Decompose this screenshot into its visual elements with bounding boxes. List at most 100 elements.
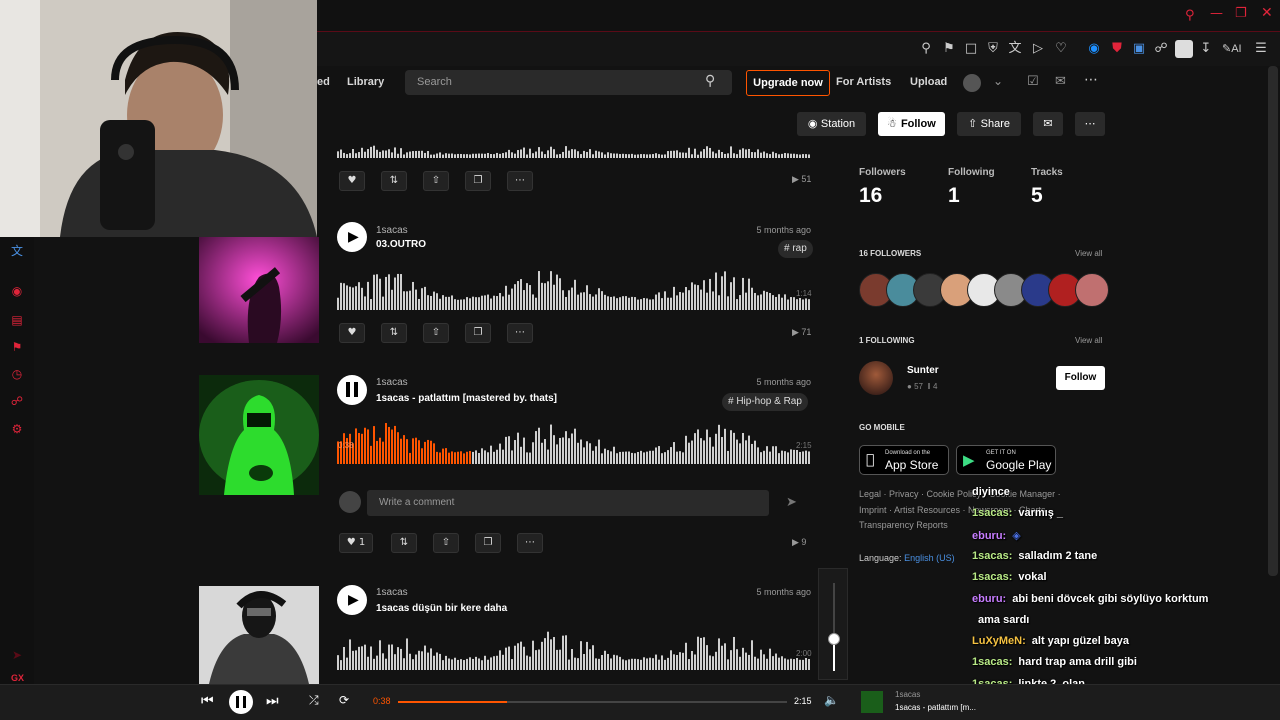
more-menu-icon[interactable]: ⋯ — [1084, 72, 1098, 88]
track-2-user[interactable]: 1sacas — [376, 377, 408, 388]
extensions-sidebar-icon[interactable]: ☍ — [9, 393, 25, 409]
share-button[interactable]: ⇧ Share — [957, 112, 1021, 136]
like-button[interactable]: ♥ — [339, 171, 365, 191]
footer-links-line-1[interactable]: Legal · Privacy · Cookie Policy · Cookie… — [859, 489, 1061, 499]
stat-tracks-value[interactable]: 5 — [1031, 184, 1043, 208]
minimize-icon[interactable]: — — [1210, 6, 1223, 21]
copy-link-button[interactable]: ❐ — [465, 323, 491, 343]
wallet-icon[interactable]: ▤ — [9, 312, 25, 328]
heart-icon[interactable]: ♡ — [1052, 40, 1070, 58]
more-track-button[interactable]: ⋯ — [507, 323, 533, 343]
track-2-pause-button[interactable] — [337, 375, 367, 405]
shield-icon[interactable]: ⛨ — [984, 40, 1002, 58]
for-artists-link[interactable]: For Artists — [836, 76, 891, 88]
share-track-button[interactable]: ⇧ — [433, 533, 459, 553]
follower-avatar[interactable] — [1075, 273, 1109, 307]
stat-following-value[interactable]: 1 — [948, 184, 960, 208]
search-icon[interactable]: ⚲ — [705, 73, 715, 89]
footer-links-line-3[interactable]: Transparency Reports — [859, 520, 948, 530]
search-input[interactable]: Search ⚲ — [405, 70, 732, 95]
user-avatar[interactable] — [963, 74, 981, 92]
track-1-artwork[interactable] — [199, 237, 319, 343]
more-track-button[interactable]: ⋯ — [507, 171, 533, 191]
now-playing-title[interactable]: 1sacas - patlattım [m... — [895, 703, 976, 712]
bell-icon[interactable]: ☑ — [1027, 74, 1039, 89]
volume-handle[interactable] — [828, 633, 840, 645]
repost-button[interactable]: ⇅ — [381, 323, 407, 343]
track-1-title[interactable]: 03.OUTRO — [376, 239, 426, 250]
repeat-icon[interactable]: ⟳ — [339, 693, 349, 707]
track-3-title[interactable]: 1sacas düşün bir kere daha — [376, 603, 507, 614]
follow-button[interactable]: ☃ Follow — [878, 112, 945, 136]
menu-icon[interactable]: ☰ — [1252, 40, 1270, 58]
now-playing-artwork[interactable] — [861, 691, 883, 713]
chevron-down-icon[interactable]: ⌄ — [993, 74, 1003, 88]
extension-ublock-icon[interactable]: ⛊ — [1108, 40, 1126, 58]
zoom-icon[interactable]: ⚲ — [917, 40, 935, 58]
translate-sidebar-icon[interactable]: 文 — [9, 243, 25, 259]
nav-feed[interactable]: ed — [317, 76, 330, 88]
share-track-button[interactable]: ⇧ — [423, 171, 449, 191]
track-2-title[interactable]: 1sacas - patlattım [mastered by. thats] — [376, 393, 557, 404]
track-3-waveform[interactable] — [337, 628, 811, 670]
mail-icon[interactable]: ✉ — [1055, 74, 1066, 89]
pin-icon[interactable]: ⚑ — [940, 40, 958, 58]
google-play-button[interactable]: ▶ GET IT ON Google Play — [956, 445, 1056, 475]
track-3-user[interactable]: 1sacas — [376, 587, 408, 598]
send-icon[interactable]: ➤ — [786, 495, 797, 510]
search-icon[interactable]: ⚲ — [1185, 8, 1195, 23]
download-icon[interactable]: ↧ — [1197, 40, 1215, 58]
following-user-name[interactable]: Sunter — [907, 365, 939, 376]
more-track-button[interactable]: ⋯ — [517, 533, 543, 553]
shuffle-icon[interactable]: ⤮ — [309, 693, 319, 708]
comment-input[interactable]: Write a comment — [367, 490, 769, 516]
volume-icon[interactable]: 🔈 — [824, 693, 839, 707]
pin-sidebar-icon[interactable]: ⚑ — [9, 339, 25, 355]
track-1-tag[interactable]: # rap — [778, 240, 813, 258]
station-button[interactable]: ◉ Station — [797, 112, 866, 136]
following-view-all[interactable]: View all — [1075, 336, 1102, 345]
track-1-waveform[interactable] — [337, 266, 811, 310]
upload-link[interactable]: Upload — [910, 76, 947, 88]
track-1-play-button[interactable]: ▶ — [337, 222, 367, 252]
extension-shazam-icon[interactable]: ◉ — [1085, 40, 1103, 58]
now-playing-user[interactable]: 1sacas — [895, 690, 920, 699]
ai-button[interactable]: ✎AI — [1222, 42, 1242, 55]
copy-link-button[interactable]: ❐ — [465, 171, 491, 191]
track-2-artwork[interactable] — [199, 375, 319, 495]
volume-slider-popup[interactable] — [818, 568, 848, 680]
message-button[interactable]: ✉ — [1033, 112, 1063, 136]
extension-translate-icon[interactable]: ▣ — [1130, 40, 1148, 58]
translate-icon[interactable]: 文 — [1006, 40, 1024, 58]
copy-link-button[interactable]: ❐ — [475, 533, 501, 553]
profile-avatar[interactable] — [1175, 40, 1193, 58]
following-follow-button[interactable]: Follow — [1056, 366, 1105, 390]
app-store-button[interactable]:  Download on the App Store — [859, 445, 949, 475]
stat-followers-value[interactable]: 16 — [859, 184, 882, 208]
share-track-button[interactable]: ⇧ — [423, 323, 449, 343]
like-button[interactable]: ♥ 1 — [339, 533, 373, 553]
repost-button[interactable]: ⇅ — [391, 533, 417, 553]
upgrade-button[interactable]: Upgrade now — [746, 70, 830, 96]
previous-track-icon[interactable]: ⏮ — [201, 693, 214, 709]
next-track-icon[interactable]: ⏭ — [266, 693, 279, 709]
track-2-tag[interactable]: # Hip-hop & Rap — [722, 393, 808, 411]
restore-icon[interactable]: ❐ — [1235, 6, 1247, 21]
extensions-icon[interactable]: ☍ — [1152, 40, 1170, 58]
following-user-avatar[interactable] — [859, 361, 893, 395]
track-3-artwork[interactable] — [199, 586, 319, 684]
cast-icon[interactable]: ▷ — [1029, 40, 1047, 58]
settings-icon[interactable]: ⚙ — [9, 421, 25, 437]
followers-view-all[interactable]: View all — [1075, 249, 1102, 258]
track-1-user[interactable]: 1sacas — [376, 225, 408, 236]
more-actions-button[interactable]: ⋯ — [1075, 112, 1105, 136]
track-2-waveform[interactable] — [337, 418, 811, 464]
close-icon[interactable]: ✕ — [1261, 5, 1273, 21]
history-icon[interactable]: ◷ — [9, 366, 25, 382]
player-pause-button[interactable] — [229, 690, 253, 714]
cursor-icon[interactable]: ➤ — [9, 647, 25, 663]
screenshot-icon[interactable]: □ — [962, 40, 980, 58]
spotify-icon[interactable]: ◉ — [9, 283, 25, 299]
track-3-play-button[interactable]: ▶ — [337, 585, 367, 615]
page-scrollbar[interactable] — [1268, 66, 1278, 576]
